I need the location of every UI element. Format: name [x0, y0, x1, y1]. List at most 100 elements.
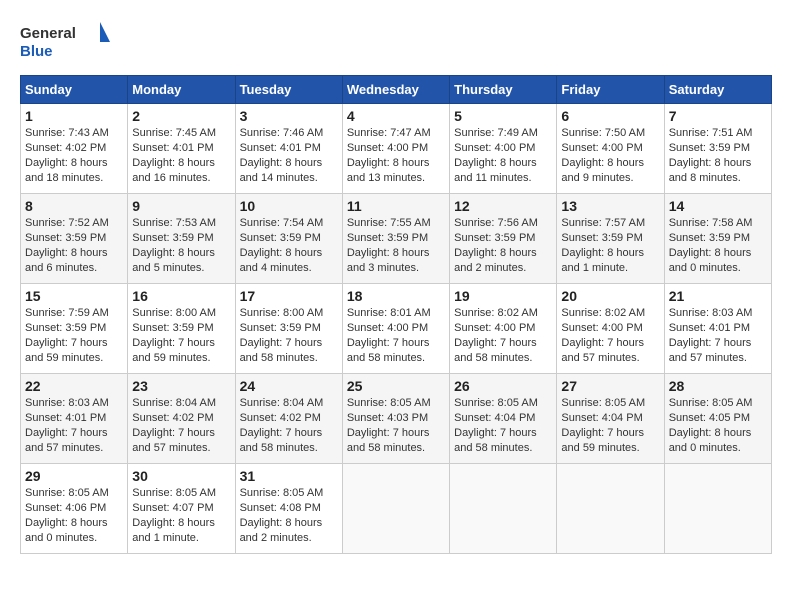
calendar-cell: 6 Sunrise: 7:50 AMSunset: 4:00 PMDaylight… [557, 104, 664, 194]
calendar-cell: 11Sunrise: 7:55 AMSunset: 3:59 PMDayligh… [342, 194, 449, 284]
calendar-cell: 24 Sunrise: 8:04 AMSunset: 4:02 PMDayligh… [235, 374, 342, 464]
day-info: Sunrise: 8:05 AMSunset: 4:04 PMDaylight:… [561, 396, 659, 455]
day-number: 26 [454, 378, 552, 394]
day-info: Sunrise: 8:00 AMSunset: 3:59 PMDaylight:… [132, 306, 230, 365]
day-number: 18 [347, 288, 445, 304]
day-number: 8 [25, 198, 123, 214]
calendar-cell: 14Sunrise: 7:58 AMSunset: 3:59 PMDayligh… [664, 194, 771, 284]
day-number: 21 [669, 288, 767, 304]
weekday-header-tuesday: Tuesday [235, 76, 342, 104]
calendar-cell: 2 Sunrise: 7:45 AMSunset: 4:01 PMDaylight… [128, 104, 235, 194]
day-number: 5 [454, 108, 552, 124]
day-number: 29 [25, 468, 123, 484]
day-number: 12 [454, 198, 552, 214]
day-info: Sunrise: 7:51 AMSunset: 3:59 PMDaylight:… [669, 126, 767, 185]
day-info: Sunrise: 8:05 AMSunset: 4:05 PMDaylight:… [669, 396, 767, 455]
day-number: 7 [669, 108, 767, 124]
day-info: Sunrise: 7:54 AMSunset: 3:59 PMDaylight:… [240, 216, 338, 275]
day-info: Sunrise: 8:02 AMSunset: 4:00 PMDaylight:… [561, 306, 659, 365]
calendar-week-2: 8 Sunrise: 7:52 AMSunset: 3:59 PMDaylight… [21, 194, 772, 284]
day-number: 10 [240, 198, 338, 214]
day-info: Sunrise: 7:45 AMSunset: 4:01 PMDaylight:… [132, 126, 230, 185]
weekday-header-monday: Monday [128, 76, 235, 104]
day-info: Sunrise: 7:56 AMSunset: 3:59 PMDaylight:… [454, 216, 552, 275]
calendar-cell: 28 Sunrise: 8:05 AMSunset: 4:05 PMDayligh… [664, 374, 771, 464]
calendar-cell [557, 464, 664, 554]
day-info: Sunrise: 8:04 AMSunset: 4:02 PMDaylight:… [240, 396, 338, 455]
day-info: Sunrise: 7:50 AMSunset: 4:00 PMDaylight:… [561, 126, 659, 185]
calendar-cell: 17 Sunrise: 8:00 AMSunset: 3:59 PMDayligh… [235, 284, 342, 374]
day-number: 27 [561, 378, 659, 394]
logo: General Blue [20, 20, 110, 65]
day-info: Sunrise: 7:57 AMSunset: 3:59 PMDaylight:… [561, 216, 659, 275]
day-number: 17 [240, 288, 338, 304]
weekday-header-thursday: Thursday [450, 76, 557, 104]
calendar-cell [664, 464, 771, 554]
calendar-cell: 22 Sunrise: 8:03 AMSunset: 4:01 PMDayligh… [21, 374, 128, 464]
day-info: Sunrise: 7:46 AMSunset: 4:01 PMDaylight:… [240, 126, 338, 185]
day-number: 16 [132, 288, 230, 304]
calendar-cell: 12 Sunrise: 7:56 AMSunset: 3:59 PMDayligh… [450, 194, 557, 284]
day-info: Sunrise: 7:58 AMSunset: 3:59 PMDaylight:… [669, 216, 767, 275]
calendar-cell: 27 Sunrise: 8:05 AMSunset: 4:04 PMDayligh… [557, 374, 664, 464]
day-info: Sunrise: 8:00 AMSunset: 3:59 PMDaylight:… [240, 306, 338, 365]
day-number: 25 [347, 378, 445, 394]
day-number: 24 [240, 378, 338, 394]
day-info: Sunrise: 7:43 AMSunset: 4:02 PMDaylight:… [25, 126, 123, 185]
day-number: 11 [347, 198, 445, 214]
day-info: Sunrise: 8:05 AMSunset: 4:06 PMDaylight:… [25, 486, 123, 545]
calendar-cell: 15 Sunrise: 7:59 AMSunset: 3:59 PMDayligh… [21, 284, 128, 374]
calendar-cell [342, 464, 449, 554]
calendar-cell: 4 Sunrise: 7:47 AMSunset: 4:00 PMDaylight… [342, 104, 449, 194]
day-info: Sunrise: 7:47 AMSunset: 4:00 PMDaylight:… [347, 126, 445, 185]
calendar-cell: 1Sunrise: 7:43 AMSunset: 4:02 PMDaylight… [21, 104, 128, 194]
calendar-cell: 16 Sunrise: 8:00 AMSunset: 3:59 PMDayligh… [128, 284, 235, 374]
calendar-cell: 19Sunrise: 8:02 AMSunset: 4:00 PMDayligh… [450, 284, 557, 374]
day-number: 3 [240, 108, 338, 124]
calendar-cell: 8 Sunrise: 7:52 AMSunset: 3:59 PMDaylight… [21, 194, 128, 284]
day-info: Sunrise: 8:01 AMSunset: 4:00 PMDaylight:… [347, 306, 445, 365]
weekday-header-saturday: Saturday [664, 76, 771, 104]
calendar-cell: 10 Sunrise: 7:54 AMSunset: 3:59 PMDayligh… [235, 194, 342, 284]
calendar-cell: 5 Sunrise: 7:49 AMSunset: 4:00 PMDaylight… [450, 104, 557, 194]
calendar-table: SundayMondayTuesdayWednesdayThursdayFrid… [20, 75, 772, 554]
weekday-header-sunday: Sunday [21, 76, 128, 104]
weekday-header-row: SundayMondayTuesdayWednesdayThursdayFrid… [21, 76, 772, 104]
weekday-header-friday: Friday [557, 76, 664, 104]
calendar-cell: 29 Sunrise: 8:05 AMSunset: 4:06 PMDayligh… [21, 464, 128, 554]
day-number: 28 [669, 378, 767, 394]
calendar-cell: 25 Sunrise: 8:05 AMSunset: 4:03 PMDayligh… [342, 374, 449, 464]
day-info: Sunrise: 7:49 AMSunset: 4:00 PMDaylight:… [454, 126, 552, 185]
calendar-cell: 26Sunrise: 8:05 AMSunset: 4:04 PMDayligh… [450, 374, 557, 464]
calendar-cell: 7 Sunrise: 7:51 AMSunset: 3:59 PMDaylight… [664, 104, 771, 194]
day-number: 9 [132, 198, 230, 214]
day-number: 30 [132, 468, 230, 484]
svg-text:General: General [20, 25, 76, 42]
day-number: 19 [454, 288, 552, 304]
calendar-cell [450, 464, 557, 554]
calendar-week-4: 22 Sunrise: 8:03 AMSunset: 4:01 PMDayligh… [21, 374, 772, 464]
calendar-cell: 23Sunrise: 8:04 AMSunset: 4:02 PMDayligh… [128, 374, 235, 464]
day-info: Sunrise: 8:04 AMSunset: 4:02 PMDaylight:… [132, 396, 230, 455]
day-number: 2 [132, 108, 230, 124]
day-number: 6 [561, 108, 659, 124]
calendar-week-3: 15 Sunrise: 7:59 AMSunset: 3:59 PMDayligh… [21, 284, 772, 374]
day-number: 31 [240, 468, 338, 484]
calendar-week-1: 1Sunrise: 7:43 AMSunset: 4:02 PMDaylight… [21, 104, 772, 194]
day-number: 22 [25, 378, 123, 394]
day-number: 4 [347, 108, 445, 124]
day-number: 15 [25, 288, 123, 304]
day-info: Sunrise: 8:03 AMSunset: 4:01 PMDaylight:… [25, 396, 123, 455]
day-info: Sunrise: 8:05 AMSunset: 4:03 PMDaylight:… [347, 396, 445, 455]
calendar-cell: 3 Sunrise: 7:46 AMSunset: 4:01 PMDaylight… [235, 104, 342, 194]
day-info: Sunrise: 7:59 AMSunset: 3:59 PMDaylight:… [25, 306, 123, 365]
calendar-cell: 30Sunrise: 8:05 AMSunset: 4:07 PMDayligh… [128, 464, 235, 554]
logo-svg: General Blue [20, 20, 110, 65]
day-info: Sunrise: 8:03 AMSunset: 4:01 PMDaylight:… [669, 306, 767, 365]
day-info: Sunrise: 7:52 AMSunset: 3:59 PMDaylight:… [25, 216, 123, 275]
day-number: 13 [561, 198, 659, 214]
calendar-cell: 18 Sunrise: 8:01 AMSunset: 4:00 PMDayligh… [342, 284, 449, 374]
day-info: Sunrise: 8:05 AMSunset: 4:08 PMDaylight:… [240, 486, 338, 545]
calendar-cell: 9Sunrise: 7:53 AMSunset: 3:59 PMDaylight… [128, 194, 235, 284]
calendar-cell: 21 Sunrise: 8:03 AMSunset: 4:01 PMDayligh… [664, 284, 771, 374]
